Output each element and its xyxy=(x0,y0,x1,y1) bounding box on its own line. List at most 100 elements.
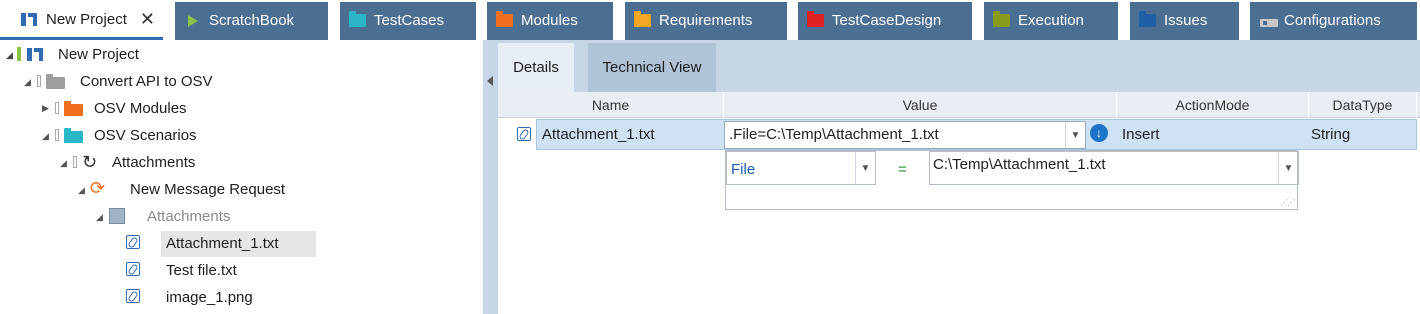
column-header-datatype[interactable]: DataType xyxy=(1309,92,1417,118)
tree-item-label: New Message Request xyxy=(130,181,286,198)
tree-item-label: image_1.png xyxy=(166,289,253,306)
tab-label: Execution xyxy=(1018,12,1084,29)
tree-item-label: New Project xyxy=(58,46,139,63)
tab-label: TestCaseDesign xyxy=(832,12,942,29)
cell-name: Attachment_1.txt xyxy=(542,126,655,143)
value-input[interactable]: .File=C:\Temp\Attachment_1.txt ▼ xyxy=(724,121,1086,149)
folder-icon xyxy=(993,11,1010,27)
refresh-icon: ↻ xyxy=(82,152,98,172)
checkbox-icon[interactable] xyxy=(55,102,59,114)
folder-icon xyxy=(349,11,366,27)
value-editor-popup: File ▼ = C:\Temp\Attachment_1.txt ▼ ⋰⋰ xyxy=(725,150,1299,210)
editor-value-text: C:\Temp\Attachment_1.txt xyxy=(933,156,1106,173)
tree-item-label: Attachment_1.txt xyxy=(166,235,279,252)
checkbox-icon[interactable] xyxy=(73,156,77,168)
tree-item-attachments-group[interactable]: ◢ Attachments xyxy=(0,203,483,230)
tab-new-project[interactable]: New Project ✕ xyxy=(0,0,163,40)
expand-down-button[interactable]: ↓ xyxy=(1090,124,1108,142)
config-icon xyxy=(1260,15,1278,27)
expanded-arrow-icon: ◢ xyxy=(96,212,103,222)
tree-item-test-file[interactable]: Test file.txt xyxy=(0,257,483,284)
folder-icon xyxy=(46,74,65,89)
paperclip-icon xyxy=(517,127,531,145)
details-pane: Details Technical View Name Value Action… xyxy=(498,40,1420,314)
cell-datatype[interactable]: String xyxy=(1311,120,1350,149)
tab-execution[interactable]: Execution xyxy=(984,2,1118,40)
folder-icon xyxy=(634,11,651,27)
folder-icon xyxy=(1139,11,1156,27)
tree-item-label: Convert API to OSV xyxy=(80,73,213,90)
tree-item-label: OSV Modules xyxy=(94,100,187,117)
cell-actionmode[interactable]: Insert xyxy=(1122,120,1160,149)
tree-item-attachments-scenario[interactable]: ◢ ↻ Attachments xyxy=(0,149,483,176)
column-header-name[interactable]: Name xyxy=(498,92,724,118)
tab-details[interactable]: Details xyxy=(498,43,574,92)
tree-item-label: Attachments xyxy=(147,208,231,225)
expanded-arrow-icon: ◢ xyxy=(60,158,67,168)
status-bar-icon xyxy=(17,47,21,61)
tree-item-osv-modules[interactable]: ▶ OSV Modules xyxy=(0,95,483,122)
tree-item-image-1[interactable]: image_1.png xyxy=(0,284,483,311)
tab-label: Issues xyxy=(1164,12,1208,29)
paperclip-icon xyxy=(126,235,140,253)
collapse-arrow-icon[interactable] xyxy=(487,76,493,86)
tab-label: New Project xyxy=(46,11,127,28)
paperclip-icon xyxy=(126,262,140,280)
details-tab-strip: Details Technical View xyxy=(498,40,1420,92)
tree-item-label: Test file.txt xyxy=(166,262,237,279)
expanded-arrow-icon: ◢ xyxy=(78,185,85,195)
tree-item-new-message-request[interactable]: ◢ ⟳ New Message Request xyxy=(0,176,483,203)
pane-splitter[interactable] xyxy=(483,40,498,314)
checkbox-icon[interactable] xyxy=(55,129,59,141)
tab-modules[interactable]: Modules xyxy=(487,2,613,40)
expanded-arrow-icon: ◢ xyxy=(24,77,31,87)
tab-scratchbook[interactable]: ScratchBook xyxy=(175,2,328,40)
tab-issues[interactable]: Issues xyxy=(1130,2,1239,40)
main-tab-bar: New Project ✕ ScratchBook TestCases Modu… xyxy=(0,0,1420,40)
expanded-arrow-icon: ◢ xyxy=(42,131,49,141)
chevron-down-icon[interactable]: ▼ xyxy=(1278,152,1298,184)
column-header-value[interactable]: Value xyxy=(724,92,1117,118)
collapsed-arrow-icon: ▶ xyxy=(42,103,49,113)
tree-item-osv-scenarios[interactable]: ◢ OSV Scenarios xyxy=(0,122,483,149)
chevron-down-icon[interactable]: ▼ xyxy=(855,152,875,184)
expanded-arrow-icon: ◢ xyxy=(6,50,13,60)
folder-icon xyxy=(64,101,83,116)
folder-icon xyxy=(807,11,824,27)
folder-icon xyxy=(64,128,83,143)
tab-testcases[interactable]: TestCases xyxy=(340,2,476,40)
key-text: File xyxy=(731,161,756,178)
tab-label: TestCases xyxy=(374,12,445,29)
tab-requirements[interactable]: Requirements xyxy=(625,2,787,40)
tab-testcasedesign[interactable]: TestCaseDesign xyxy=(798,2,972,40)
tab-configurations[interactable]: Configurations xyxy=(1250,2,1417,40)
tree-item-attachment-1[interactable]: Attachment_1.txt xyxy=(0,230,483,257)
tree-item-new-project[interactable]: ◢ New Project xyxy=(0,41,483,68)
play-icon xyxy=(188,15,198,27)
close-icon[interactable]: ✕ xyxy=(140,9,155,30)
tab-label: Configurations xyxy=(1284,12,1381,29)
tab-label: Modules xyxy=(521,12,578,29)
value-text: .File=C:\Temp\Attachment_1.txt xyxy=(729,126,939,143)
project-icon xyxy=(19,10,39,28)
tab-technical-view[interactable]: Technical View xyxy=(588,43,716,92)
editor-value-dropdown[interactable]: C:\Temp\Attachment_1.txt ▼ xyxy=(929,151,1299,185)
sync-icon: ⟳ xyxy=(90,178,106,198)
tab-label: ScratchBook xyxy=(209,12,295,29)
checkbox-icon[interactable] xyxy=(37,75,41,87)
chevron-down-icon[interactable]: ▼ xyxy=(1065,122,1085,148)
operator-label: = xyxy=(898,161,907,178)
tree-item-convert-api[interactable]: ◢ Convert API to OSV xyxy=(0,68,483,95)
folder-icon xyxy=(496,11,513,27)
attachment-group-icon xyxy=(109,208,125,224)
paperclip-icon xyxy=(126,289,140,307)
column-header-actionmode[interactable]: ActionMode xyxy=(1117,92,1309,118)
tree-item-label: Attachments xyxy=(112,154,196,171)
key-dropdown[interactable]: File ▼ xyxy=(726,151,876,185)
tree-item-label: OSV Scenarios xyxy=(94,127,197,144)
grid-header: Name Value ActionMode DataType xyxy=(498,92,1420,118)
tab-label: Requirements xyxy=(659,12,753,29)
resize-grip-icon[interactable]: ⋰⋰ xyxy=(1280,198,1295,207)
project-icon xyxy=(25,45,45,67)
project-tree: ◢ New Project ◢ Convert API to OSV ▶ OSV… xyxy=(0,40,483,314)
